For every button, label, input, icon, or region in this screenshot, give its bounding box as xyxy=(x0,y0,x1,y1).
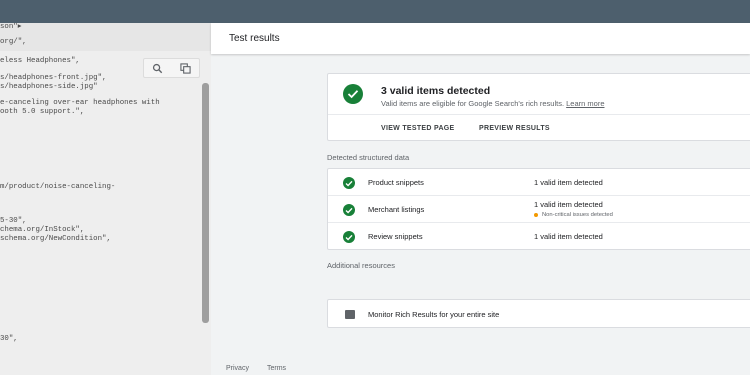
check-circle-icon xyxy=(343,84,363,104)
chart-icon xyxy=(345,310,355,319)
monitor-rich-results-link[interactable]: Monitor Rich Results for your entire sit… xyxy=(327,299,750,328)
results-panel: Test results 3 valid items detected Vali… xyxy=(211,23,750,375)
privacy-link[interactable]: Privacy xyxy=(226,365,249,372)
detected-structured-data-label: Detected structured data xyxy=(327,153,410,162)
item-status: 1 valid item detected xyxy=(534,178,603,187)
page-title: Test results xyxy=(229,33,280,44)
list-item-review-snippets[interactable]: Review snippets 1 valid item detected xyxy=(328,223,750,250)
view-tested-page-button[interactable]: VIEW TESTED PAGE xyxy=(381,125,455,132)
code-line: eless Headphones", xyxy=(0,57,80,65)
results-header: Test results xyxy=(211,23,750,54)
item-status: 1 valid item detected xyxy=(534,232,603,241)
additional-resources-label: Additional resources xyxy=(327,261,395,270)
code-line: 30", xyxy=(0,335,18,343)
item-name: Review snippets xyxy=(368,232,423,241)
warning-dot-icon xyxy=(534,213,538,217)
code-toolbar xyxy=(143,58,200,78)
check-circle-icon xyxy=(343,231,355,243)
check-circle-icon xyxy=(343,204,355,216)
code-scrollbar[interactable] xyxy=(202,83,209,323)
structured-data-list: Product snippets 1 valid item detected M… xyxy=(327,168,750,250)
terms-link[interactable]: Terms xyxy=(267,365,286,372)
valid-items-subtext: Valid items are eligible for Google Sear… xyxy=(381,99,565,108)
code-line: org/", xyxy=(0,38,27,46)
list-item-merchant-listings[interactable]: Merchant listings 1 valid item detected … xyxy=(328,196,750,223)
divider xyxy=(328,114,750,115)
code-panel-header xyxy=(0,23,211,51)
summary-card: 3 valid items detected Valid items are e… xyxy=(327,73,750,141)
code-panel[interactable]: son"▸ org/", eless Headphones", s/headph… xyxy=(0,23,211,375)
code-line: s/headphones-side.jpg" xyxy=(0,83,98,91)
copy-icon[interactable] xyxy=(178,61,192,75)
learn-more-link[interactable]: Learn more xyxy=(566,99,604,108)
item-name: Product snippets xyxy=(368,178,424,187)
check-circle-icon xyxy=(343,177,355,189)
search-icon[interactable] xyxy=(151,61,165,75)
preview-results-button[interactable]: PREVIEW RESULTS xyxy=(479,125,550,132)
valid-items-description: Valid items are eligible for Google Sear… xyxy=(381,99,605,108)
list-item-product-snippets[interactable]: Product snippets 1 valid item detected xyxy=(328,169,750,196)
code-line: son"▸ xyxy=(0,23,22,31)
resource-label: Monitor Rich Results for your entire sit… xyxy=(368,310,500,319)
item-warning: Non-critical issues detected xyxy=(534,212,613,218)
code-line: schema.org/NewCondition", xyxy=(0,235,111,243)
valid-items-heading: 3 valid items detected xyxy=(381,85,491,97)
top-bar xyxy=(0,0,750,23)
item-name: Merchant listings xyxy=(368,205,425,214)
code-line: m/product/noise-canceling- xyxy=(0,183,116,191)
item-status: 1 valid item detected xyxy=(534,200,603,209)
code-line: ooth 5.0 support.", xyxy=(0,108,85,116)
warning-text: Non-critical issues detected xyxy=(542,212,613,218)
